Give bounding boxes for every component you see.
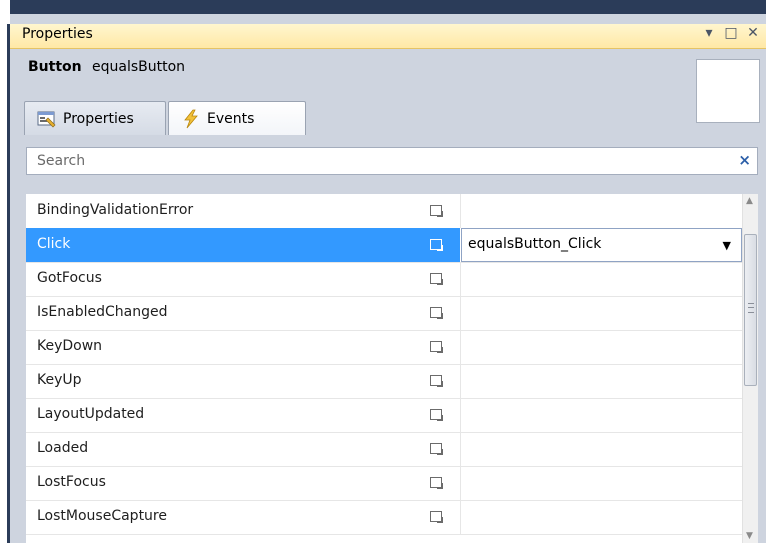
event-handler-icon[interactable] [430,205,443,217]
event-name: KeyDown [37,338,103,354]
object-preview [696,59,760,123]
column-divider [460,500,461,534]
event-name: LayoutUpdated [37,406,145,422]
event-name: LostMouseCapture [37,508,167,524]
clear-search-icon[interactable]: × [738,151,751,169]
event-handler-icon[interactable] [430,511,443,523]
event-name: Click [37,236,71,252]
lightning-icon [181,109,201,129]
scrollbar-grip-icon [748,303,754,313]
object-type-label: Button [28,59,82,75]
column-divider [460,364,461,398]
column-divider [460,432,461,466]
event-name: BindingValidationError [37,202,194,218]
search-input[interactable] [27,148,737,174]
event-handler-icon[interactable] [430,341,443,353]
events-grid: BindingValidationError Click ▼ equalsBut… [26,194,758,543]
scroll-down-arrow-icon[interactable]: ▼ [746,531,753,541]
maximize-icon[interactable]: □ [724,25,738,41]
selected-name-cell [26,228,460,262]
search-box: × [26,147,758,175]
event-row[interactable]: KeyDown [26,330,742,365]
event-row[interactable]: IsEnabledChanged [26,296,742,331]
scroll-up-arrow-icon[interactable]: ▲ [746,196,753,206]
dropdown-arrow-icon[interactable]: ▼ [723,239,731,252]
column-divider [460,296,461,330]
event-handler-icon[interactable] [430,239,443,251]
panel-titlebar[interactable]: Properties ▾ □ ✕ [10,24,766,49]
column-divider [460,398,461,432]
object-name-label: equalsButton [92,59,186,75]
event-name: KeyUp [37,372,82,388]
column-divider [460,262,461,296]
event-name: LostFocus [37,474,106,490]
event-row[interactable]: BindingValidationError [26,194,742,229]
object-header: Button equalsButton Properties Events [10,49,766,141]
vertical-scrollbar[interactable]: ▲ ▼ [742,194,758,543]
event-row[interactable]: Loaded [26,432,742,467]
event-handler-icon[interactable] [430,307,443,319]
scrollbar-thumb[interactable] [744,234,757,386]
properties-icon [37,109,57,129]
tab-properties[interactable]: Properties [24,101,166,135]
event-name: Loaded [37,440,89,456]
event-handler-icon[interactable] [430,273,443,285]
window-frame-left [0,0,10,543]
event-handler-icon[interactable] [430,477,443,489]
event-handler-icon[interactable] [430,375,443,387]
event-handler-icon[interactable] [430,443,443,455]
event-name: GotFocus [37,270,102,286]
event-row[interactable]: KeyUp [26,364,742,399]
panel-title: Properties [22,26,93,42]
event-name: IsEnabledChanged [37,304,168,320]
event-row[interactable]: LostMouseCapture [26,500,742,535]
event-row[interactable]: LostFocus [26,466,742,501]
column-divider [460,330,461,364]
event-handler-icon[interactable] [430,409,443,421]
column-divider [460,194,461,228]
event-row[interactable]: GotFocus [26,262,742,297]
tab-events[interactable]: Events [168,101,306,135]
event-row-selected[interactable]: Click ▼ equalsButton_Click [26,228,742,263]
column-divider [460,466,461,500]
properties-panel: Properties ▾ □ ✕ Button equalsButton Pro… [10,14,766,543]
event-row[interactable]: LayoutUpdated [26,398,742,433]
close-icon[interactable]: ✕ [746,25,760,41]
window-position-dropdown-icon[interactable]: ▾ [702,25,716,41]
tab-events-label: Events [207,110,255,127]
title-controls: ▾ □ ✕ [702,25,760,41]
window-frame-top [10,0,766,14]
tab-properties-label: Properties [63,110,134,127]
event-handler-value[interactable]: equalsButton_Click [468,236,601,252]
